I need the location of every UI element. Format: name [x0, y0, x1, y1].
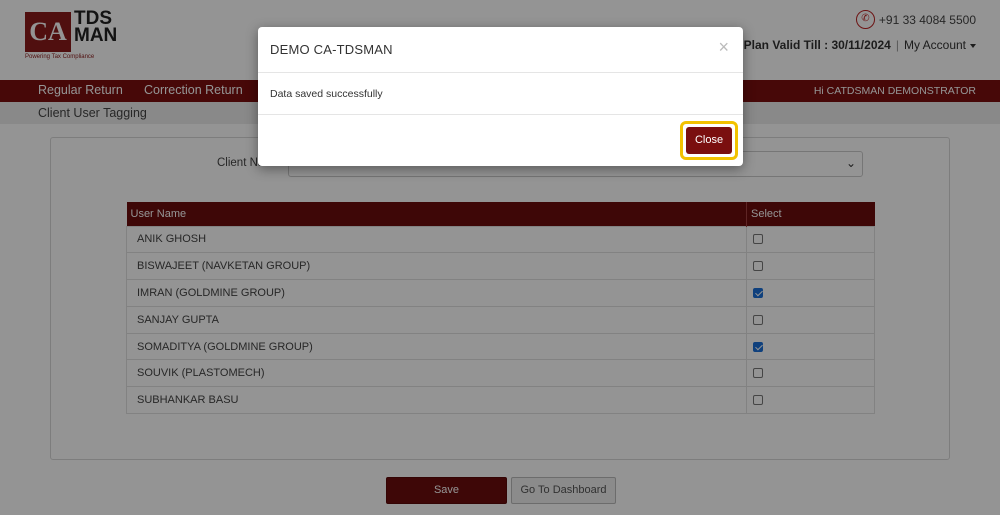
close-button-highlight: Close: [680, 121, 738, 160]
dialog-title: DEMO CA-TDSMAN: [270, 42, 393, 57]
success-dialog: DEMO CA-TDSMAN × Data saved successfully…: [258, 27, 743, 166]
dialog-message: Data saved successfully: [270, 88, 383, 100]
close-button[interactable]: Close: [686, 127, 732, 154]
dialog-divider: [258, 72, 743, 73]
dialog-divider: [258, 114, 743, 115]
close-icon[interactable]: ×: [718, 38, 729, 56]
